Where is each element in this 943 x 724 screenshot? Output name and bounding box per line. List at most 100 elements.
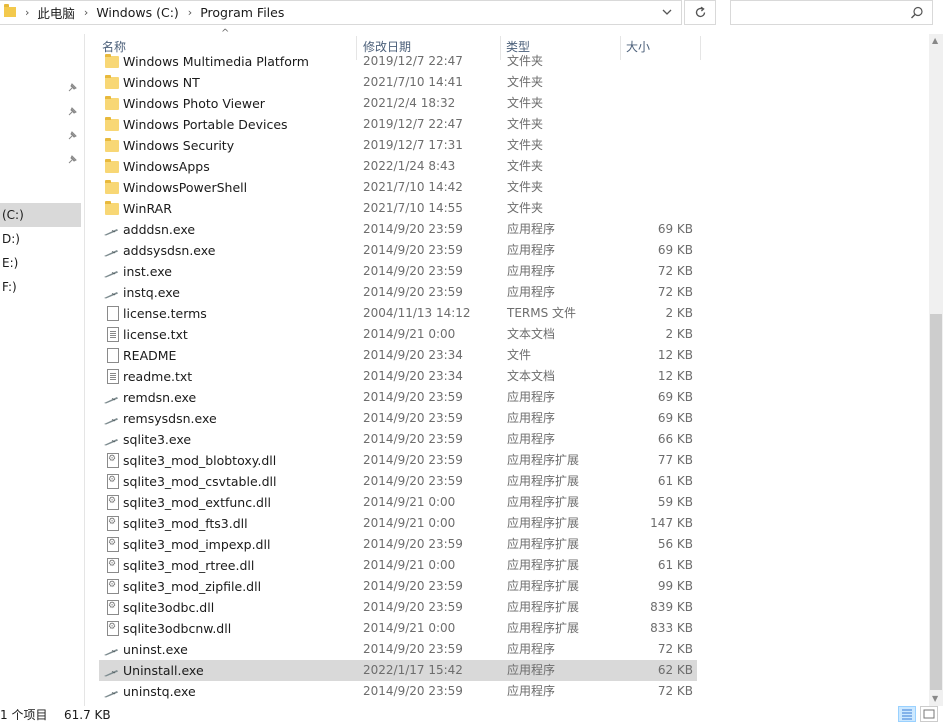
file-row[interactable]: sqlite3.exe 2014/9/20 23:59 应用程序 66 KB <box>99 429 697 450</box>
document-icon <box>107 348 119 363</box>
file-date: 2014/9/21 0:00 <box>363 516 456 530</box>
file-name: WinRAR <box>123 201 172 216</box>
pin-icon[interactable] <box>66 154 78 166</box>
file-date: 2014/9/20 23:59 <box>363 411 463 425</box>
chevron-right-icon[interactable]: › <box>25 6 29 19</box>
file-type: 应用程序扩展 <box>507 516 580 530</box>
file-row[interactable]: uninstq.exe 2014/9/20 23:59 应用程序 72 KB <box>99 681 697 702</box>
nav-drive-c[interactable]: (C:) <box>0 203 81 227</box>
search-icon[interactable] <box>910 6 924 20</box>
exe-icon <box>103 645 119 656</box>
scrollbar-thumb[interactable] <box>930 314 942 690</box>
vertical-scrollbar[interactable]: ▲ ▼ <box>929 34 943 706</box>
refresh-button[interactable] <box>684 0 716 25</box>
scroll-up-icon[interactable]: ▲ <box>932 36 940 45</box>
file-row[interactable]: sqlite3_mod_impexp.dll 2014/9/20 23:59 应用程… <box>99 534 697 555</box>
file-row[interactable]: Windows Portable Devices 2019/12/7 22:47 文… <box>99 114 697 135</box>
large-icons-view-button[interactable] <box>920 706 938 722</box>
file-date: 2021/7/10 14:55 <box>363 201 463 215</box>
breadcrumb-this-pc[interactable]: 此电脑 <box>37 3 75 22</box>
nav-drive-f[interactable]: F:) <box>0 275 81 299</box>
file-type: 文件夹 <box>507 75 544 89</box>
chevron-right-icon[interactable]: › <box>84 6 88 19</box>
file-date: 2014/9/20 23:34 <box>363 369 463 383</box>
folder-icon <box>105 180 119 194</box>
chevron-down-icon[interactable] <box>661 6 673 18</box>
file-name: sqlite3_mod_csvtable.dll <box>123 474 277 489</box>
dll-icon <box>107 495 119 510</box>
top-bar: › 此电脑 › Windows (C:) › Program Files <box>0 0 943 34</box>
chevron-right-icon[interactable]: › <box>188 6 192 19</box>
file-row[interactable]: WindowsPowerShell 2021/7/10 14:42 文件夹 <box>99 177 697 198</box>
file-row[interactable]: addsysdsn.exe 2014/9/20 23:59 应用程序 69 KB <box>99 240 697 261</box>
text-file-icon <box>107 369 119 384</box>
file-date: 2019/12/7 17:31 <box>363 138 463 152</box>
pin-icon[interactable] <box>66 106 78 118</box>
file-name: sqlite3_mod_fts3.dll <box>123 516 248 531</box>
file-type: 应用程序 <box>507 432 556 446</box>
file-row[interactable]: remsysdsn.exe 2014/9/20 23:59 应用程序 69 KB <box>99 408 697 429</box>
file-row[interactable]: license.txt 2014/9/21 0:00 文本文档 2 KB <box>99 324 697 345</box>
file-row[interactable]: sqlite3_mod_fts3.dll 2014/9/21 0:00 应用程序扩展… <box>99 513 697 534</box>
file-size: 69 KB <box>657 222 693 236</box>
exe-icon <box>103 267 119 278</box>
scroll-down-icon[interactable]: ▼ <box>932 694 940 703</box>
breadcrumb-program-files[interactable]: Program Files <box>200 5 284 20</box>
file-date: 2014/9/21 0:00 <box>363 558 456 572</box>
nav-drive-e[interactable]: E:) <box>0 251 81 275</box>
file-row[interactable]: sqlite3odbc.dll 2014/9/20 23:59 应用程序扩展 839 … <box>99 597 697 618</box>
file-row[interactable]: Windows NT 2021/7/10 14:41 文件夹 <box>99 72 697 93</box>
file-type: 应用程序 <box>507 390 556 404</box>
file-size: 12 KB <box>657 369 693 383</box>
file-row[interactable]: WindowsApps 2022/1/24 8:43 文件夹 <box>99 156 697 177</box>
pin-icon[interactable] <box>66 130 78 142</box>
file-name: readme.txt <box>123 369 193 384</box>
nav-drive-d[interactable]: D:) <box>0 227 81 251</box>
details-view-button[interactable] <box>898 706 916 722</box>
file-row[interactable]: instq.exe 2014/9/20 23:59 应用程序 72 KB <box>99 282 697 303</box>
file-row[interactable]: readme.txt 2014/9/20 23:34 文本文档 12 KB <box>99 366 697 387</box>
file-list[interactable]: Windows Multimedia Platform 2019/12/7 22:… <box>85 54 930 706</box>
dll-icon <box>107 558 119 573</box>
file-type: 文本文档 <box>507 369 556 383</box>
file-row[interactable]: remdsn.exe 2014/9/20 23:59 应用程序 69 KB <box>99 387 697 408</box>
file-row[interactable]: sqlite3odbcnw.dll 2014/9/21 0:00 应用程序扩展 833… <box>99 618 697 639</box>
pin-icon[interactable] <box>66 82 78 94</box>
file-date: 2014/9/20 23:59 <box>363 285 463 299</box>
file-row[interactable]: adddsn.exe 2014/9/20 23:59 应用程序 69 KB <box>99 219 697 240</box>
file-date: 2014/9/20 23:59 <box>363 432 463 446</box>
file-row[interactable]: uninst.exe 2014/9/20 23:59 应用程序 72 KB <box>99 639 697 660</box>
file-row[interactable]: Windows Photo Viewer 2021/2/4 18:32 文件夹 <box>99 93 697 114</box>
file-row[interactable]: README 2014/9/20 23:34 文件 12 KB <box>99 345 697 366</box>
breadcrumb-drive-c[interactable]: Windows (C:) <box>96 5 178 20</box>
file-row[interactable]: WinRAR 2021/7/10 14:55 文件夹 <box>99 198 697 219</box>
details-view-icon <box>902 709 912 720</box>
file-row[interactable]: sqlite3_mod_blobtoxy.dll 2014/9/20 23:59 应… <box>99 450 697 471</box>
file-name: sqlite3.exe <box>123 432 192 447</box>
file-row[interactable]: sqlite3_mod_extfunc.dll 2014/9/21 0:00 应用程… <box>99 492 697 513</box>
file-date: 2014/9/20 23:59 <box>363 264 463 278</box>
file-size: 839 KB <box>650 600 693 614</box>
file-row[interactable]: inst.exe 2014/9/20 23:59 应用程序 72 KB <box>99 261 697 282</box>
file-row[interactable]: sqlite3_mod_csvtable.dll 2014/9/20 23:59 应… <box>99 471 697 492</box>
selection-size: 61.7 KB <box>64 708 111 722</box>
file-type: 应用程序扩展 <box>507 537 580 551</box>
file-row[interactable]: Uninstall.exe 2022/1/17 15:42 应用程序 62 KB <box>99 660 697 681</box>
search-input[interactable] <box>730 0 933 25</box>
file-row[interactable]: sqlite3_mod_rtree.dll 2014/9/21 0:00 应用程序扩… <box>99 555 697 576</box>
file-row[interactable]: Windows Multimedia Platform 2019/12/7 22:… <box>99 54 697 72</box>
file-name: inst.exe <box>123 264 172 279</box>
dll-icon <box>107 516 119 531</box>
file-date: 2014/9/20 23:59 <box>363 474 463 488</box>
dll-icon <box>107 579 119 594</box>
file-size: 56 KB <box>657 537 693 551</box>
folder-icon <box>105 96 119 110</box>
file-row[interactable]: license.terms 2004/11/13 14:12 TERMS 文件 2 K… <box>99 303 697 324</box>
file-type: 应用程序 <box>507 663 556 677</box>
file-row[interactable]: sqlite3_mod_zipfile.dll 2014/9/20 23:59 应用… <box>99 576 697 597</box>
file-name: remdsn.exe <box>123 390 197 405</box>
address-bar[interactable]: › 此电脑 › Windows (C:) › Program Files <box>0 0 682 25</box>
file-type: TERMS 文件 <box>507 306 577 320</box>
file-row[interactable]: Windows Security 2019/12/7 17:31 文件夹 <box>99 135 697 156</box>
file-type: 应用程序 <box>507 243 556 257</box>
